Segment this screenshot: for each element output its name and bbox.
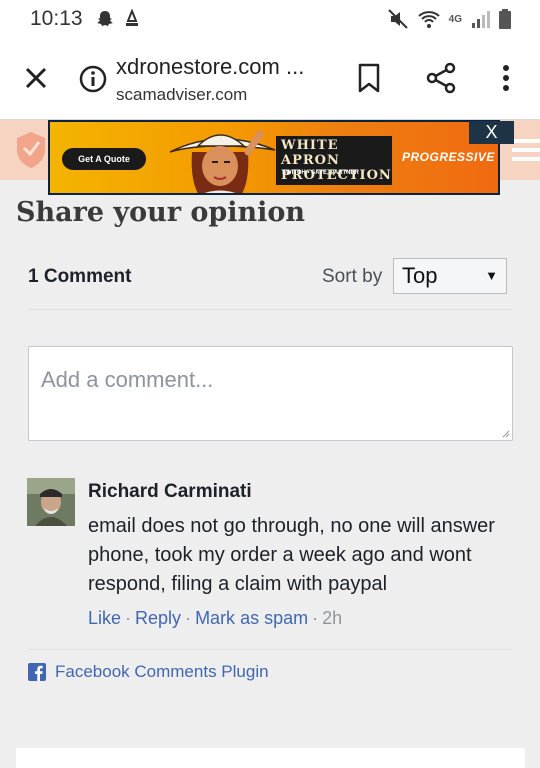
comment-input-box[interactable]	[28, 346, 513, 441]
wifi-icon	[417, 11, 440, 28]
ad-quote-button[interactable]: Get A Quote	[62, 148, 146, 170]
comment-input[interactable]	[29, 347, 512, 393]
ad-headline: WHITE APRON PROTECTION	[276, 136, 392, 185]
facebook-logo-icon	[28, 663, 46, 681]
status-time: 10:13	[30, 7, 83, 30]
download-notification-icon	[125, 9, 138, 26]
bookmark-icon[interactable]	[356, 62, 382, 94]
custom-tab-toolbar: xdronestore.com ... scamadviser.com	[0, 38, 540, 120]
hamburger-menu-icon[interactable]	[510, 136, 540, 164]
like-link[interactable]: Like	[88, 608, 121, 628]
facebook-comments-plugin-link[interactable]: Facebook Comments Plugin	[28, 662, 269, 682]
signal-icon	[472, 11, 490, 28]
avatar-photo	[27, 478, 75, 526]
comment-text: email does not go through, no one will a…	[88, 515, 495, 595]
resize-handle-icon[interactable]	[502, 430, 510, 438]
shield-logo-icon[interactable]	[14, 130, 48, 170]
snapchat-icon	[96, 11, 113, 26]
more-options-icon[interactable]	[496, 62, 516, 94]
comment-timestamp[interactable]: 2h	[322, 608, 342, 628]
site-info-icon[interactable]	[78, 64, 108, 94]
sort-dropdown[interactable]: Top ▼	[393, 258, 507, 294]
comment-actions: Like · Reply · Mark as spam · 2h	[88, 608, 343, 628]
avatar[interactable]	[27, 478, 75, 526]
page-subtitle[interactable]: scamadviser.com	[116, 85, 247, 105]
close-icon[interactable]	[20, 62, 52, 94]
page-domain[interactable]: xdronestore.com ...	[116, 54, 304, 80]
advertisement-banner[interactable]: Get A Quote WHITE APRON PROTECTION SWITC…	[48, 120, 500, 195]
mark-as-spam-link[interactable]: Mark as spam	[195, 608, 308, 628]
comment-author[interactable]: Richard Carminati	[88, 481, 252, 503]
ad-brand-logo: PROGRESSIVE	[402, 150, 495, 164]
page-title: Share your opinion	[16, 197, 306, 228]
divider	[28, 649, 512, 650]
divider	[28, 309, 512, 310]
reply-link[interactable]: Reply	[135, 608, 181, 628]
next-section-card	[16, 748, 525, 768]
share-icon[interactable]	[424, 61, 458, 95]
dropdown-arrow-icon: ▼	[485, 268, 498, 283]
battery-icon	[499, 9, 511, 29]
facebook-plugin-label: Facebook Comments Plugin	[55, 662, 269, 681]
network-type: 4G	[448, 13, 462, 25]
status-bar: 10:13 4G	[0, 0, 540, 38]
comment-count: 1 Comment	[28, 266, 132, 287]
ad-close-button[interactable]: X	[469, 121, 514, 144]
mute-icon	[387, 9, 408, 29]
sort-selected-value: Top	[402, 263, 438, 288]
ad-cowgirl-illustration	[169, 130, 276, 193]
sort-by-label: Sort by	[322, 266, 383, 287]
ad-tagline: SWITCH • SAVE, PARTNER	[282, 170, 359, 176]
